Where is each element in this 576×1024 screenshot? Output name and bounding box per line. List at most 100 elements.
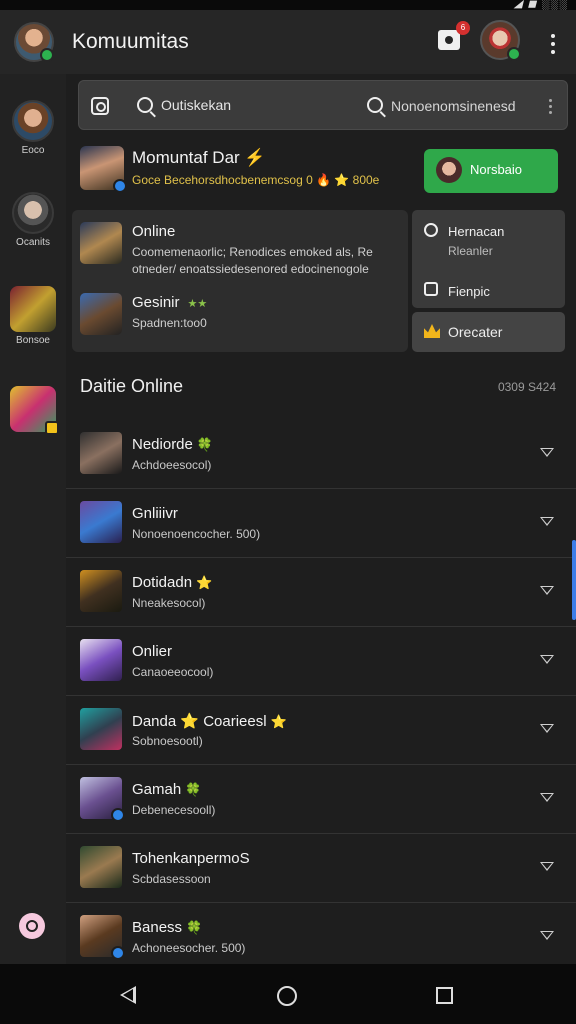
menu-item-fienpic[interactable]: Fienpic [448,284,490,299]
sidebar-item-label: Ocanits [16,237,50,248]
member-name-text: Gamah [132,781,182,798]
card-subtitle: Spadnen:too0 [132,316,207,330]
member-name: TohenkanpermoS [132,850,254,867]
list-item[interactable]: Baness 🍀 Achoneesocher. 500) [66,903,576,972]
member-list: Nediorde 🍀 Achdoeesocol) Gnliiivr Nonoeno… [66,420,576,972]
member-name: Gnliiivr [132,505,182,522]
recent-apps-icon[interactable] [436,987,453,1004]
card-avatar [80,222,122,264]
search-bar[interactable]: Outiskekan Nonoenomsinenesd [78,80,568,130]
member-name-text: Nediorde [132,436,193,453]
sidebar-item-bonsoe[interactable]: Bonsoe [8,286,58,346]
chevron-down-icon[interactable] [540,862,554,871]
member-avatar [80,915,125,960]
member-name: Dotidadn ⭐ [132,574,212,591]
camera-icon[interactable] [19,913,45,939]
member-name-text: TohenkanpermoS [132,850,250,867]
member-badge: 🍀 [185,782,202,797]
member-name-text: Baness [132,919,183,936]
member-name: Nediorde 🍀 [132,436,213,453]
chevron-down-icon[interactable] [540,931,554,940]
scrollbar[interactable] [572,540,576,620]
member-status: Achoneesocher. 500) [132,941,246,955]
member-avatar [80,432,122,474]
cta-avatar [436,157,462,183]
list-item[interactable]: Nediorde 🍀 Achdoeesocol) [66,420,576,489]
list-item[interactable]: Onlier Canaoeeocool) [66,627,576,696]
online-indicator [40,48,54,62]
community-avatar [12,192,54,234]
user-avatar[interactable] [14,22,54,62]
chevron-down-icon[interactable] [540,724,554,733]
join-button-label: Norsbaio [470,162,523,177]
featured-avatar [80,146,127,193]
member-badge: 🍀 [196,437,214,452]
menu-item-hernacan[interactable]: Hernacan [448,224,504,239]
create-button[interactable]: Orecater [412,312,565,352]
back-icon[interactable] [120,986,136,1004]
chevron-down-icon[interactable] [540,793,554,802]
sidebar-item-label: Eoco [21,145,45,156]
member-avatar [80,570,122,612]
chevron-down-icon[interactable] [540,655,554,664]
section-meta: 0309 S424 [497,380,556,394]
join-button[interactable]: Norsbaio [424,149,558,193]
search-icon [137,97,153,113]
star-badge: ★★ [187,298,208,310]
more-menu-icon[interactable] [546,32,560,54]
list-item[interactable]: Dotidadn ⭐ Nneakesocol) [66,558,576,627]
community-avatar [12,100,54,142]
globe-icon [424,223,438,237]
home-icon[interactable] [277,986,297,1006]
sidebar-item-ocanits[interactable]: Ocanits [8,192,58,248]
notification-icon-glyph [445,36,453,44]
community-avatar [10,386,59,435]
member-avatar [80,639,122,681]
camera-icon[interactable] [91,97,109,115]
member-name-text: Gnliiivr [132,505,178,522]
list-item[interactable]: Gnliiivr Nonoenoencocher. 500) [66,489,576,558]
notification-badge: 6 [456,21,470,35]
search-input-left[interactable]: Outiskekan [161,97,231,113]
card-subtitle: Coomemenaorlic; Renodices emoked als, Re… [132,245,373,276]
status-icons: ◢ ◼ ░░░ [513,0,568,10]
popup-menu: Hernacan Rleanler Fienpic Orecater [412,210,565,354]
member-status: Nneakesocol) [132,596,206,610]
member-status: Canaoeeocool) [132,665,214,679]
system-nav-bar [0,964,576,1024]
member-avatar [80,708,122,750]
member-badge: ⭐ [196,575,213,590]
main-panel: Outiskekan Nonoenomsinenesd Momuntaf Dar… [66,74,576,972]
chevron-down-icon[interactable] [540,586,554,595]
member-status: Achdoeesocol) [132,458,212,472]
card-title-text: Gesinir [132,294,180,311]
search-icon [367,97,383,113]
card-gesinir[interactable]: Gesinir ★★ Spadnen:too0 [72,281,408,352]
chevron-down-icon[interactable] [540,517,554,526]
more-options-icon[interactable] [549,99,555,117]
online-indicator [507,47,521,61]
menu-item-rleanler[interactable]: Rleanler [448,244,493,258]
card-online[interactable]: Online Coomemenaorlic; Renodices emoked … [72,210,408,281]
profile-avatar[interactable] [480,20,521,61]
member-badge: ⭐ [270,714,287,729]
list-item[interactable]: Gamah 🍀 Debenecesooll) [66,765,576,834]
sidebar-item-eoco[interactable]: Eoco [8,100,58,156]
sidebar-item-game[interactable] [8,386,59,435]
app-bar: Komuumitas 6 [0,10,576,74]
member-name: Danda ⭐ Coarieesl ⭐ [132,712,287,730]
search-input-right[interactable]: Nonoenomsinenesd [391,98,516,114]
sidebar-item-label: Bonsoe [16,335,50,346]
game-badge-icon [45,421,59,435]
featured-name: Momuntaf Dar ⚡ [132,148,266,167]
card-avatar [80,293,122,335]
edit-icon [424,282,438,296]
member-status: Scbdasessoon [132,872,211,886]
list-item[interactable]: Danda ⭐ Coarieesl ⭐ Sobnoesootl) [66,696,576,765]
list-item[interactable]: TohenkanpermoS Scbdasessoon [66,834,576,903]
member-name: Gamah 🍀 [132,781,201,798]
chevron-down-icon[interactable] [540,448,554,457]
featured-community[interactable]: Momuntaf Dar ⚡ Goce Becehorsdhocbenemcso… [66,136,576,208]
sidebar: Eoco Ocanits Bonsoe [0,74,66,964]
notification-icon[interactable]: 6 [438,21,470,50]
